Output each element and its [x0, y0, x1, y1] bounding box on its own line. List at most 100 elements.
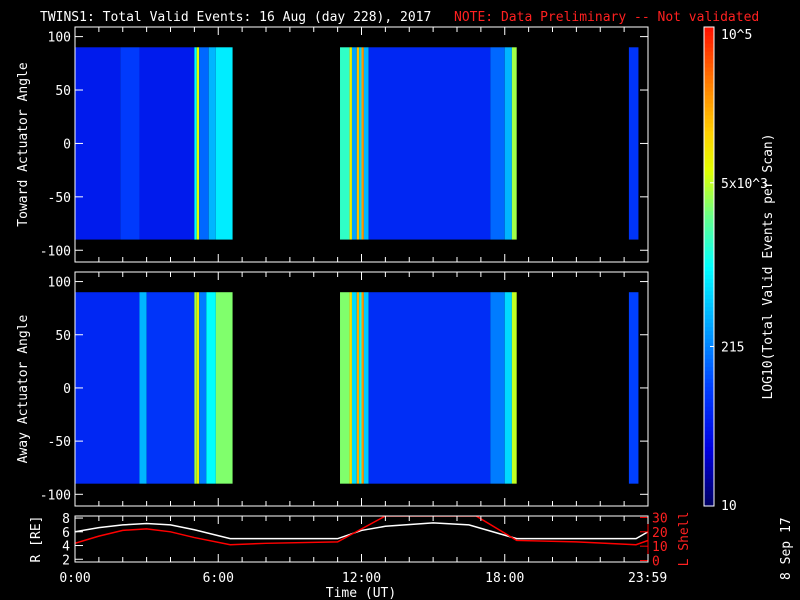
colorbar-swatch: [704, 422, 714, 427]
spectrogram-band: [511, 47, 517, 240]
r-axis-label: R [RE]: [29, 516, 44, 563]
colorbar-swatch: [704, 378, 714, 383]
colorbar-swatch: [704, 214, 714, 220]
spectrogram-band: [490, 47, 505, 240]
y-tick-label-right: 10: [652, 540, 668, 555]
colorbar-swatch: [704, 86, 714, 92]
colorbar-swatch: [704, 66, 714, 72]
colorbar-label: LOG10(Total Valid Events per Scan): [761, 133, 776, 399]
colorbar-swatch: [704, 354, 714, 359]
colorbar-swatch: [704, 46, 714, 52]
colorbar-swatch: [704, 202, 714, 208]
colorbar-swatch: [704, 494, 714, 499]
colorbar-swatch: [704, 426, 714, 431]
colorbar-swatch: [704, 486, 714, 491]
colorbar-swatch: [704, 34, 714, 40]
spectrogram-band: [356, 47, 360, 240]
colorbar-swatch: [704, 358, 714, 363]
colorbar-swatch: [704, 138, 714, 144]
spectrogram-band: [504, 47, 512, 240]
colorbar-swatch: [704, 302, 714, 308]
colorbar-swatch: [704, 442, 714, 447]
spectrogram-band: [363, 292, 369, 484]
colorbar-swatch: [704, 170, 714, 176]
colorbar-swatch: [704, 242, 714, 248]
colorbar-swatch: [704, 42, 714, 48]
spectrogram-band: [196, 292, 200, 484]
colorbar-swatch: [704, 254, 714, 260]
colorbar-swatch: [704, 278, 714, 284]
spectrogram-band: [215, 292, 233, 484]
spectrogram-band: [628, 292, 639, 484]
spectrogram-band: [208, 47, 216, 240]
y-tick-label: 6: [62, 526, 70, 541]
colorbar-swatch: [704, 94, 714, 100]
y-tick-label-right: 0: [652, 555, 660, 570]
colorbar-tick-label: 10: [721, 499, 737, 514]
x-tick-label: 12:00: [342, 571, 381, 586]
spectrogram-band: [206, 292, 216, 484]
spectrogram-band: [120, 47, 140, 240]
y-axis-label: Toward Actuator Angle: [16, 62, 31, 227]
colorbar-swatch: [704, 382, 714, 387]
colorbar-swatch: [704, 114, 714, 120]
colorbar-swatch: [704, 98, 714, 104]
spectrogram-band: [196, 47, 200, 240]
colorbar-swatch: [704, 258, 714, 264]
colorbar-swatch: [704, 206, 714, 212]
colorbar-swatch: [704, 190, 714, 196]
spectrogram-band: [199, 292, 207, 484]
colorbar-swatch: [704, 418, 714, 423]
colorbar-swatch: [704, 158, 714, 164]
colorbar-swatch: [704, 286, 714, 292]
colorbar-swatch: [704, 466, 714, 471]
spectrogram-band: [340, 47, 350, 240]
colorbar-swatch: [704, 390, 714, 395]
colorbar-swatch: [704, 154, 714, 160]
spectrogram-band: [361, 292, 364, 484]
date-stamp: 8 Sep 17: [779, 517, 794, 580]
spectrogram-band: [490, 292, 505, 484]
spectrogram-band: [363, 47, 369, 240]
colorbar-swatch: [704, 474, 714, 479]
colorbar-swatch: [704, 338, 714, 343]
colorbar-swatch: [704, 146, 714, 152]
spectrogram-band: [511, 292, 517, 484]
colorbar-tick-label: 215: [721, 340, 744, 355]
colorbar-swatch: [704, 58, 714, 64]
colorbar-swatch: [704, 118, 714, 124]
colorbar-swatch: [704, 498, 714, 503]
colorbar-swatch: [704, 306, 714, 312]
y-tick-label: 4: [62, 540, 70, 555]
colorbar-swatch: [704, 198, 714, 204]
y-tick-label: 2: [62, 553, 70, 568]
spectrogram-band: [368, 292, 491, 484]
y-tick-label: 8: [62, 512, 70, 527]
colorbar-swatch: [704, 150, 714, 156]
spectrogram-band: [349, 292, 352, 484]
x-tick-label: 0:00: [59, 571, 90, 586]
colorbar-swatch: [704, 402, 714, 407]
colorbar-swatch: [704, 50, 714, 56]
y-tick-label: 0: [63, 382, 71, 397]
colorbar-swatch: [704, 482, 714, 487]
colorbar-swatch: [704, 410, 714, 415]
colorbar-swatch: [704, 82, 714, 88]
y-tick-label: 50: [55, 84, 71, 99]
l-shell-axis-label: L Shell: [677, 512, 692, 567]
toward-panel: 100 50 0 -50 -100 Toward Actuator Angle: [16, 26, 649, 263]
colorbar-swatch: [704, 326, 714, 331]
y-tick-label: 100: [48, 31, 71, 46]
x-tick-label: 23:59: [628, 571, 667, 586]
colorbar-swatch: [704, 318, 714, 323]
spectrogram-band: [628, 47, 639, 240]
colorbar-swatch: [704, 166, 714, 172]
colorbar-swatch: [704, 218, 714, 224]
colorbar-swatch: [704, 250, 714, 256]
colorbar-tick-label: 10^5: [721, 28, 752, 43]
colorbar-swatch: [704, 350, 714, 355]
colorbar-swatch: [704, 414, 714, 419]
preliminary-note: NOTE: Data Preliminary -- Not validated: [454, 10, 759, 25]
colorbar-swatch: [704, 330, 714, 335]
colorbar-swatch: [704, 182, 714, 188]
